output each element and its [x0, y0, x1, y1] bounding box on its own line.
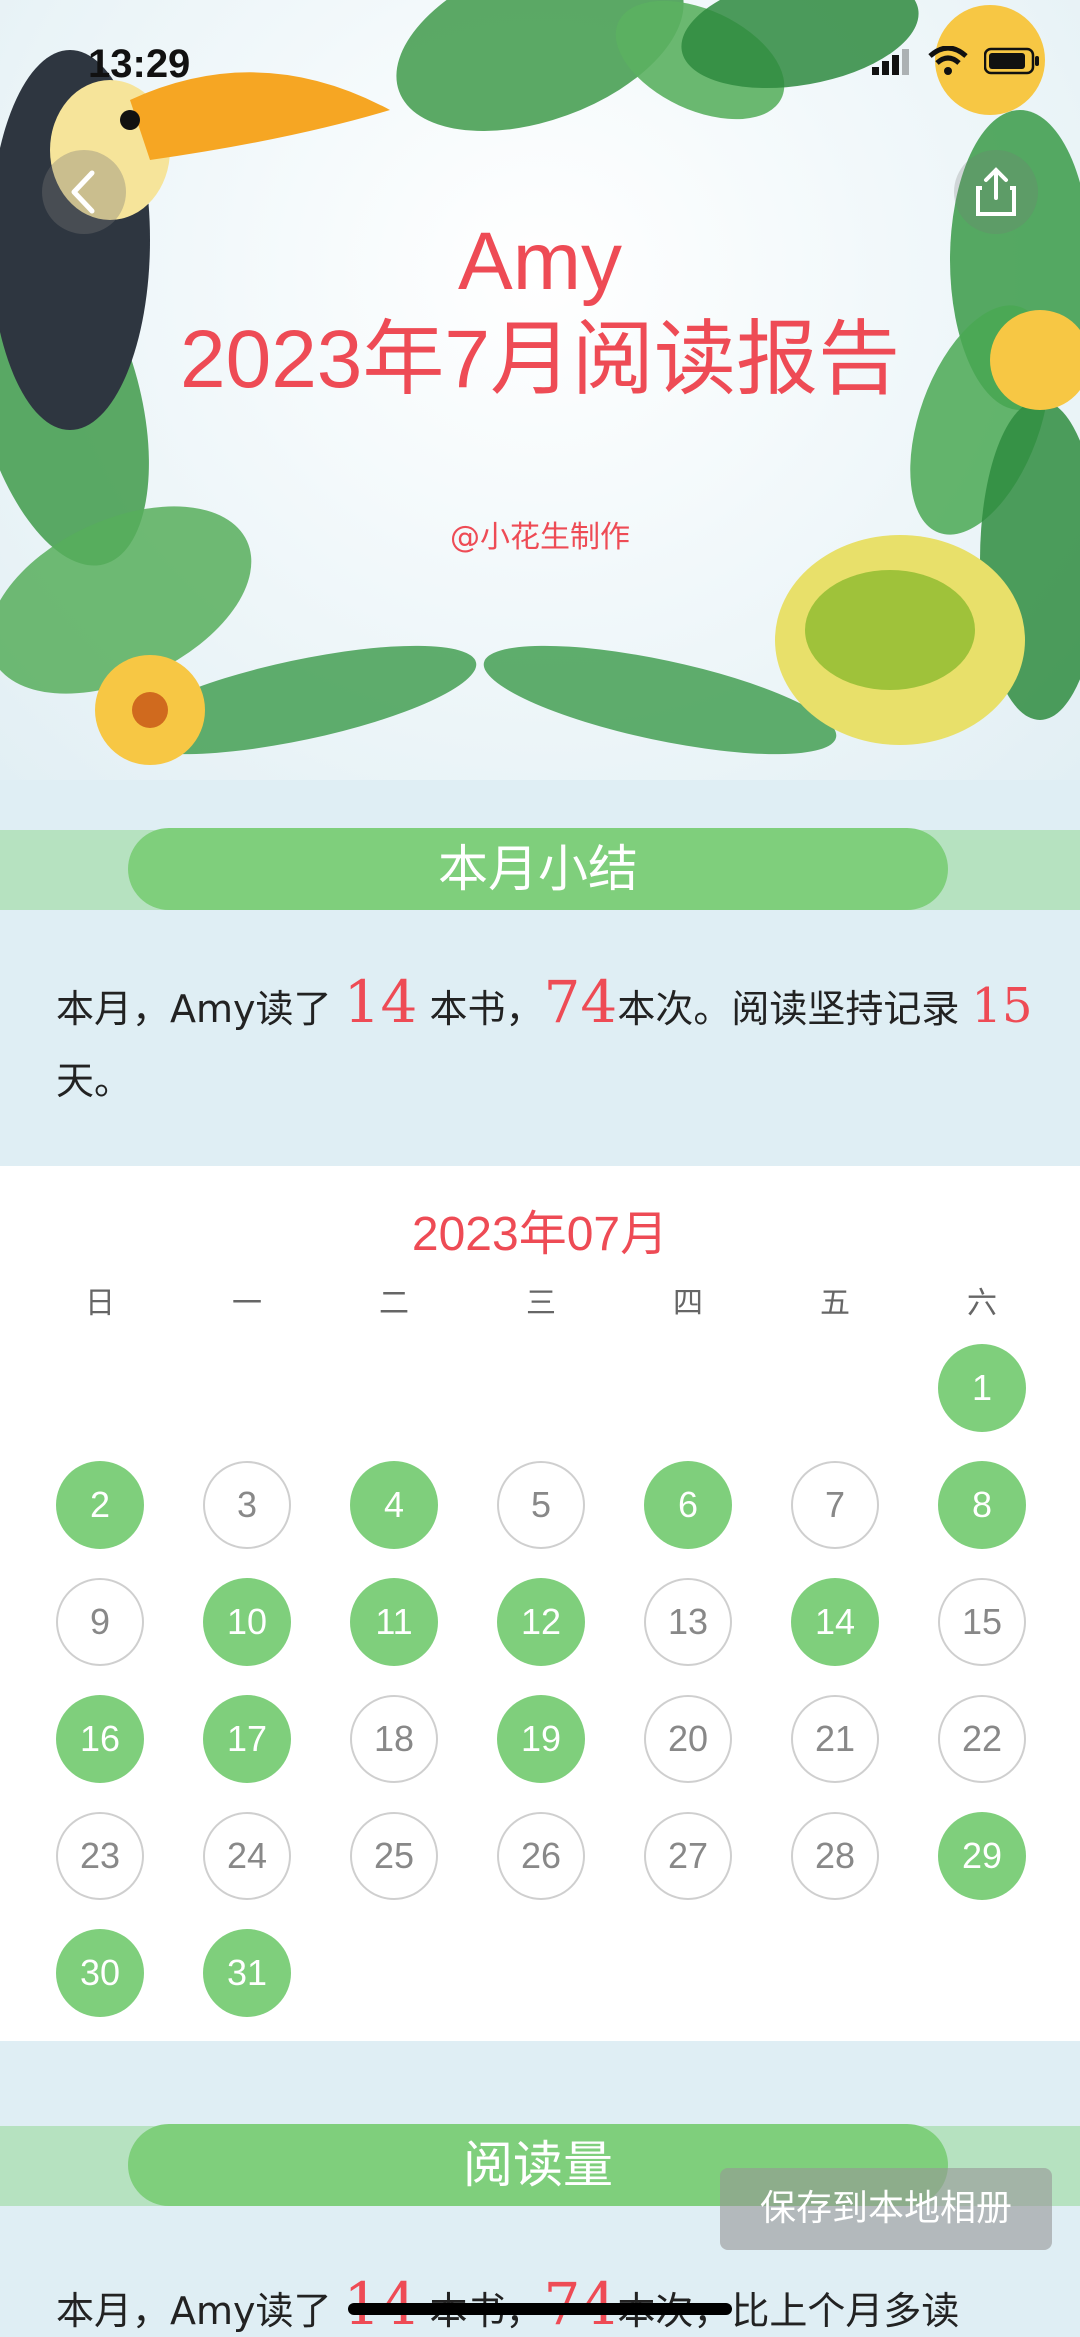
calendar-day[interactable]: 19 [497, 1695, 585, 1783]
summary-books-count: 14 [343, 968, 418, 1036]
calendar-day[interactable]: 4 [350, 1461, 438, 1549]
calendar-day[interactable]: 29 [938, 1812, 1026, 1900]
calendar-day[interactable]: 14 [791, 1578, 879, 1666]
calendar-day[interactable]: 8 [938, 1461, 1026, 1549]
calendar-day[interactable]: 18 [350, 1695, 438, 1783]
calendar-day[interactable]: 26 [497, 1812, 585, 1900]
calendar-day[interactable]: 2 [56, 1461, 144, 1549]
calendar-day[interactable]: 13 [644, 1578, 732, 1666]
calendar-day[interactable]: 15 [938, 1578, 1026, 1666]
home-indicator [348, 2303, 732, 2315]
calendar-day[interactable]: 31 [203, 1929, 291, 2017]
calendar-day[interactable]: 16 [56, 1695, 144, 1783]
calendar-day[interactable]: 9 [56, 1578, 144, 1666]
calendar-day[interactable]: 6 [644, 1461, 732, 1549]
save-to-album-button[interactable]: 保存到本地相册 [720, 2168, 1052, 2250]
calendar-day[interactable]: 20 [644, 1695, 732, 1783]
calendar-day[interactable]: 24 [203, 1812, 291, 1900]
weekday-label: 二 [379, 1286, 409, 1321]
weekday-label: 三 [526, 1286, 556, 1321]
calendar-day[interactable]: 5 [497, 1461, 585, 1549]
calendar-day[interactable]: 12 [497, 1578, 585, 1666]
calendar-title: 2023年07月 [411, 1208, 669, 1261]
calendar-day[interactable]: 21 [791, 1695, 879, 1783]
summary-times-count: 74 [543, 968, 618, 1036]
summary-section-title: 本月小结 [128, 828, 948, 910]
calendar-day[interactable]: 3 [203, 1461, 291, 1549]
weekday-label: 五 [820, 1286, 850, 1321]
reading-calendar: 2023年07月 日一二三四五六 1 2 3 4 5 6 7 8 9 10 11 12 13 14 15 16… [0, 1166, 1080, 2041]
summary-suffix: 天。 [56, 1059, 133, 1103]
status-time: 13:29 [88, 42, 191, 86]
calendar-day[interactable]: 27 [644, 1812, 732, 1900]
battery-icon [984, 47, 1039, 75]
calendar-day[interactable]: 22 [938, 1695, 1026, 1783]
report-header: 13:29 Amy 2023年7月阅读报告 @小花生制作 [0, 0, 1080, 780]
weekday-label: 六 [967, 1286, 997, 1321]
chevron-left-icon [71, 170, 95, 214]
summary-mid1: 本书， [417, 987, 544, 1031]
weekday-label: 日 [85, 1286, 115, 1321]
calendar-day[interactable]: 10 [203, 1578, 291, 1666]
report-title: 2023年7月阅读报告 [179, 314, 901, 405]
report-name: Amy [458, 216, 622, 307]
calendar-day[interactable]: 1 [938, 1344, 1026, 1432]
calendar-day[interactable]: 17 [203, 1695, 291, 1783]
wifi-icon [928, 46, 968, 75]
volume-prefix: 本月，Amy读了 [56, 2289, 344, 2333]
weekday-label: 一 [232, 1286, 262, 1321]
weekday-label: 四 [673, 1286, 703, 1321]
summary-days-count: 15 [971, 978, 1033, 1034]
share-icon [976, 167, 1016, 216]
maker-credit: @小花生制作 [450, 520, 630, 555]
status-icons [872, 46, 1040, 76]
calendar-day[interactable]: 7 [791, 1461, 879, 1549]
summary-text: 本月，Amy读了 14 本书，74本次。阅读坚持记录 15 天。 [56, 966, 1036, 1117]
calendar-day[interactable]: 28 [791, 1812, 879, 1900]
calendar-day[interactable]: 25 [350, 1812, 438, 1900]
signal-icon [872, 49, 909, 75]
calendar-day[interactable]: 23 [56, 1812, 144, 1900]
calendar-day[interactable]: 30 [56, 1929, 144, 2017]
calendar-day[interactable]: 11 [350, 1578, 438, 1666]
summary-prefix: 本月，Amy读了 [56, 987, 344, 1031]
summary-mid2: 本次。阅读坚持记录 [617, 987, 972, 1031]
